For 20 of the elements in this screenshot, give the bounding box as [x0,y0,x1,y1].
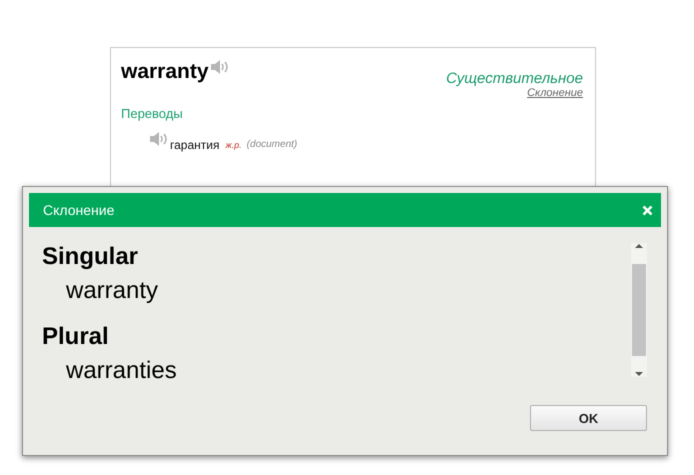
dialog-title: Склонение [43,202,114,218]
form-label: Plural [42,323,110,351]
headword: warranty [121,60,209,84]
declension-link[interactable]: Склонение [527,87,583,99]
part-of-speech: Существительное [446,70,583,87]
gender-label: ж.р. [225,139,242,150]
translation-word: гарантия [170,137,220,152]
speaker-icon[interactable] [210,60,230,74]
speaker-icon[interactable] [149,132,169,146]
ok-button[interactable]: OK [530,405,647,431]
scrollbar[interactable] [631,243,647,377]
scroll-down-icon[interactable] [635,371,643,377]
scroll-up-icon[interactable] [635,243,643,249]
form-label: Singular [42,243,140,271]
scrollbar-thumb[interactable] [632,264,646,356]
section-title: Переводы [121,106,184,121]
close-icon[interactable] [642,204,653,216]
form-value: warranties [66,357,178,385]
usage-context: (document) [246,138,298,150]
form-value: warranty [66,277,160,305]
